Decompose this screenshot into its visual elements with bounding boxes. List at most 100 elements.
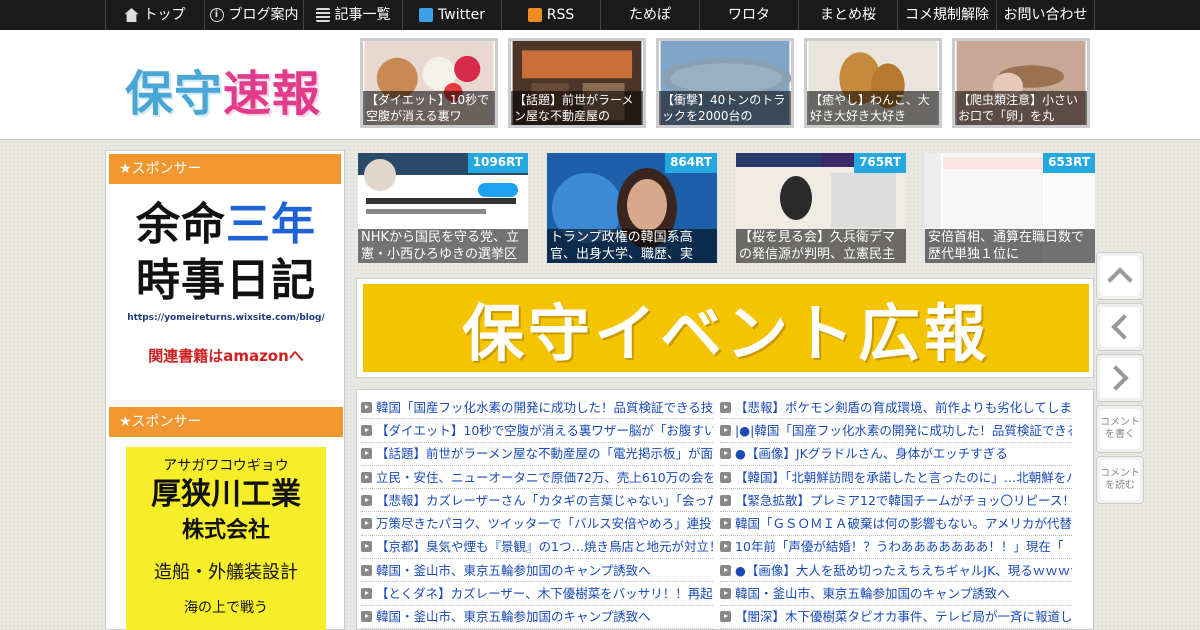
banner1-line1: 余命三年 — [106, 197, 346, 253]
article-title: 【韓国】「北朝鮮訪問を承諾したと言ったのに」…北朝鮮をバ — [735, 469, 1072, 485]
nav-item-tamepo[interactable]: ためぽ — [600, 0, 699, 30]
banner2-company-type: 株式会社 — [181, 518, 270, 543]
article-title: 韓国・釜山市、東京五輪参加国のキャンプ誘致へ — [376, 609, 651, 625]
article-title: 10年前「声優が結婚！？うわあああああああ！！」現在「 — [735, 539, 1064, 555]
top-nav: トップ i ブログ案内 記事一覧 Twitter RSS ためぽ ワロタ まとめ桜… — [0, 0, 1200, 30]
nav-item-warota[interactable]: ワロタ — [699, 0, 798, 30]
site-logo[interactable]: 保守速報 — [125, 54, 321, 124]
article-link[interactable]: |●|韓国「国産フッ化水素の開発に成功した！品質検証できる技 — [720, 419, 1072, 443]
article-title: 【悲報】カズレーザーさん「カタギの言葉じゃない」「会った — [376, 492, 713, 508]
article-link[interactable]: 【話題】前世がラーメン屋な不動産屋の「電光掲示板」が面白 — [361, 443, 713, 466]
arrow-right-icon — [720, 611, 731, 623]
article-title: 万策尽きたパヨク、ツイッターで「バルス安倍やめろ」連投で — [376, 516, 713, 532]
prev-inner — [1100, 307, 1140, 347]
article-link[interactable]: 【京都】臭気や煙も『景観』の1つ…焼き鳥店と地元が対立！ — [361, 536, 713, 560]
read-comment-button[interactable]: コメントを読む — [1096, 456, 1144, 504]
nav-item-comment-unblock[interactable]: コメ規制解除 — [897, 0, 996, 30]
article-link[interactable]: 韓国・釜山市、東京五輪参加国のキャンプ誘致へ — [361, 559, 713, 583]
nav-label: ワロタ — [728, 7, 770, 23]
sponsor-banner-asagawa[interactable]: アサガワコウギョウ 厚狭川工業 株式会社 造船・外艤装設計 海の上で戦う — [126, 447, 326, 630]
article-link[interactable]: 万策尽きたパヨク、ツイッターで「バルス安倍やめろ」連投で — [361, 512, 713, 536]
nav-item-twitter[interactable]: Twitter — [402, 0, 501, 30]
arrow-right-icon — [361, 564, 372, 576]
left-sidebar: ★スポンサー 余命三年 時事日記 https://yomeireturns.wi… — [105, 150, 345, 630]
read-comment-inner: コメントを読む — [1100, 460, 1140, 500]
rt-thumbnails: 1096RT NHKから国民を守る党、立憲・小西ひろゆきの選挙区 864RT ト… — [358, 153, 1095, 263]
article-link[interactable]: 【悲報】ポケモン剣盾の育成環境、前作よりも劣化してしまう — [720, 396, 1072, 420]
arrow-right-icon — [361, 471, 372, 483]
rt-thumb[interactable]: 864RT トランプ政権の韓国系高官、出身大学、職歴、実 — [547, 153, 717, 263]
article-title: 【話題】前世がラーメン屋な不動産屋の「電光掲示板」が面白 — [376, 446, 713, 462]
banner1-text-a: 余命 — [136, 199, 226, 250]
arrow-right-icon — [361, 494, 372, 506]
info-icon: i — [209, 8, 224, 22]
article-link[interactable]: 韓国「国産フッ化水素の開発に成功した！品質検証できる技術 — [361, 396, 713, 420]
nav-item-top[interactable]: トップ — [105, 0, 204, 30]
sponsor-banner-yomei[interactable]: 余命三年 時事日記 https://yomeireturns.wixsite.c… — [106, 187, 346, 397]
article-link[interactable]: 【闇深】木下優樹菜タピオカ事件、テレビ局が一斉に報道しな — [720, 606, 1072, 629]
nav-item-contact[interactable]: お問い合わせ — [996, 0, 1095, 30]
article-title: |●|韓国「国産フッ化水素の開発に成功した！品質検証できる技 — [735, 422, 1072, 438]
arrow-right-icon — [720, 518, 731, 530]
nav-label: コメ規制解除 — [905, 7, 989, 23]
rt-count-badge: 765RT — [854, 153, 906, 173]
nav-item-article-list[interactable]: 記事一覧 — [303, 0, 402, 30]
article-link[interactable]: 韓国・釜山市、東京五輪参加国のキャンプ誘致へ — [361, 606, 713, 629]
banner2-tagline: 海の上で戦う — [184, 600, 268, 616]
article-link[interactable]: 【緊急拡散】プレミア12で韓国チームがチョッ〇リピース！← — [720, 489, 1072, 513]
scroll-top-button[interactable] — [1096, 252, 1144, 300]
arrow-right-icon — [720, 471, 731, 483]
article-link[interactable]: 立民・安住、ニューオータニで原価72万、売上610万の会を開い — [361, 466, 713, 490]
thumb-caption: 【爬虫類注意】小さいお口で「卵」を丸 — [955, 91, 1087, 125]
rt-thumb[interactable]: 653RT 安倍首相、通算在職日数で歴代単独１位に — [925, 153, 1095, 263]
article-link[interactable]: 10年前「声優が結婚！？うわあああああああ！！」現在「 — [720, 536, 1072, 560]
rt-thumb[interactable]: 765RT 【桜を見る会】久兵衛デマの発信源が判明、立憲民主 — [736, 153, 906, 263]
article-link[interactable]: 【とくダネ】カズレーザー、木下優樹菜をバッサリ！！再起不 — [361, 582, 713, 606]
article-link[interactable]: ●【画像】JKグラドルさん、身体がエッチすぎる — [720, 443, 1072, 466]
header-thumb[interactable]: 【爬虫類注意】小さいお口で「卵」を丸 — [952, 38, 1090, 128]
arrow-right-icon — [361, 518, 372, 530]
arrow-right-icon — [720, 401, 731, 413]
article-column-left: 韓国「国産フッ化水素の開発に成功した！品質検証できる技術【ダイエット】10秒で空… — [361, 396, 713, 629]
article-title: 韓国・釜山市、東京五輪参加国のキャンプ誘致へ — [376, 562, 651, 578]
article-link[interactable]: ●【画像】大人を舐め切ったえちえちギャルJK、現るｗｗｗｗ — [720, 559, 1072, 583]
article-link[interactable]: 【ダイエット】10秒で空腹が消える裏ワザー脳が「お腹すいて — [361, 419, 713, 443]
nav-label: ブログ案内 — [228, 7, 299, 23]
rt-caption: 安倍首相、通算在職日数で歴代単独１位に — [925, 229, 1095, 263]
article-link[interactable]: 【韓国】「北朝鮮訪問を承諾したと言ったのに」…北朝鮮をバ — [720, 466, 1072, 490]
article-link[interactable]: 韓国「ＧＳＯＭＩＡ破棄は何の影響もない。アメリカが代替策 — [720, 512, 1072, 536]
article-title: 韓国「ＧＳＯＭＩＡ破棄は何の影響もない。アメリカが代替策 — [735, 516, 1072, 532]
event-banner[interactable]: 保守イベント広報 — [356, 278, 1094, 378]
banner1-url: https://yomeireturns.wixsite.com/blog/ — [127, 313, 325, 323]
banner1-amazon-link[interactable]: 関連書籍はamazonへ — [106, 345, 346, 366]
rt-thumb[interactable]: 1096RT NHKから国民を守る党、立憲・小西ひろゆきの選挙区 — [358, 153, 528, 263]
banner2-kana: アサガワコウギョウ — [163, 458, 289, 474]
top-nav-items: トップ i ブログ案内 記事一覧 Twitter RSS ためぽ ワロタ まとめ桜… — [105, 0, 1095, 30]
prev-button[interactable] — [1096, 303, 1144, 351]
thumb-caption: 【癒やし】わんこ、大好き大好き大好き — [807, 91, 939, 125]
article-title: 立民・安住、ニューオータニで原価72万、売上610万の会を開い — [376, 469, 713, 485]
article-title: 【ダイエット】10秒で空腹が消える裏ワザー脳が「お腹すいて — [376, 422, 713, 438]
logo-part1: 保守 — [125, 66, 224, 122]
header-thumb[interactable]: 【衝撃】40トンのトラックを2000台の — [656, 38, 794, 128]
article-title: 【京都】臭気や煙も『景観』の1つ…焼き鳥店と地元が対立！ — [376, 539, 713, 555]
next-button[interactable] — [1096, 354, 1144, 402]
arrow-right-icon — [361, 541, 372, 553]
arrow-right-icon — [720, 588, 731, 600]
header-thumb[interactable]: 【話題】前世がラーメン屋な不動産屋の — [508, 38, 646, 128]
write-comment-label: コメントを書く — [1100, 417, 1140, 440]
header-thumb[interactable]: 【ダイエット】10秒で空腹が消える裏ワ — [360, 38, 498, 128]
write-comment-button[interactable]: コメントを書く — [1096, 405, 1144, 453]
thumb-caption: 【話題】前世がラーメン屋な不動産屋の — [511, 91, 643, 125]
header-thumb[interactable]: 【癒やし】わんこ、大好き大好き大好き — [804, 38, 942, 128]
nav-item-blog-info[interactable]: i ブログ案内 — [204, 0, 303, 30]
sponsor-heading: ★スポンサー — [109, 154, 341, 184]
banner2-company-name: 厚狭川工業 — [151, 477, 301, 512]
nav-item-matome-sakura[interactable]: まとめ桜 — [798, 0, 897, 30]
article-link[interactable]: 【悲報】カズレーザーさん「カタギの言葉じゃない」「会った — [361, 489, 713, 513]
article-link[interactable]: 韓国・釜山市、東京五輪参加国のキャンプ誘致へ — [720, 582, 1072, 606]
header-thumbnails: 【ダイエット】10秒で空腹が消える裏ワ 【話題】前世がラーメン屋な不動産屋の 【… — [360, 38, 1090, 128]
nav-label: まとめ桜 — [820, 7, 876, 23]
nav-item-rss[interactable]: RSS — [501, 0, 600, 30]
nav-label: Twitter — [438, 7, 485, 23]
